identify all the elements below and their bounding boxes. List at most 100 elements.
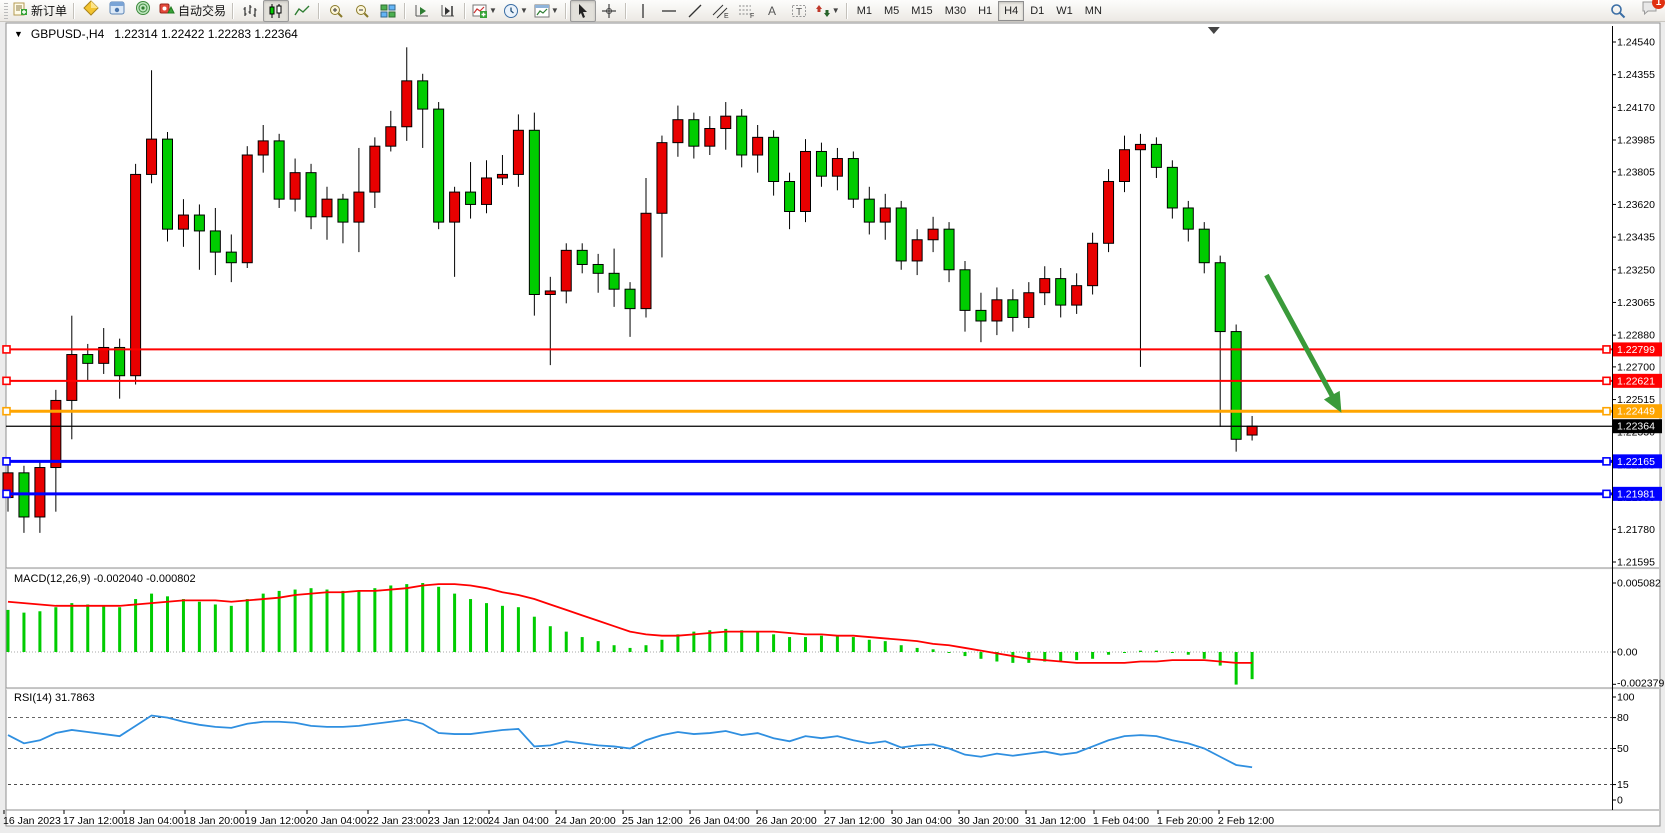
cursor-tool-button[interactable] <box>570 0 596 22</box>
text-label-icon: T <box>791 3 807 19</box>
macd-histogram-bar <box>964 652 967 656</box>
macd-histogram-bar <box>772 634 775 652</box>
time-tick-label: 26 Jan 20:00 <box>756 815 817 827</box>
text-label-tool-button[interactable]: T <box>786 0 812 22</box>
macd-histogram-bar <box>246 599 249 652</box>
arrows-tool-button[interactable]: ▼ <box>812 0 843 22</box>
price-badge: 1.22449 <box>1613 404 1662 418</box>
terminal-button[interactable] <box>104 0 130 22</box>
candle <box>434 102 444 229</box>
price-badge: 1.22165 <box>1613 454 1662 468</box>
tile-windows-button[interactable] <box>375 0 401 22</box>
macd-histogram-bar <box>517 607 520 652</box>
macd-histogram-bar <box>38 611 41 652</box>
line-handle[interactable] <box>3 408 10 415</box>
signals-button[interactable] <box>130 0 156 22</box>
line-handle[interactable] <box>1603 458 1610 465</box>
candlestick-mode-button[interactable] <box>263 0 289 22</box>
price-tick-label: 1.24355 <box>1617 69 1655 81</box>
chart-shift-button[interactable] <box>435 0 461 22</box>
timeframe-M1[interactable]: M1 <box>851 1 878 21</box>
templates-button[interactable]: ▼ <box>531 0 562 22</box>
rsi-tick-label: 50 <box>1617 743 1629 755</box>
timeframe-W1[interactable]: W1 <box>1050 1 1079 21</box>
timeframe-H1[interactable]: H1 <box>972 1 998 21</box>
timeframe-M5[interactable]: M5 <box>878 1 905 21</box>
line-handle[interactable] <box>1603 377 1610 384</box>
macd-histogram-bar <box>102 606 105 652</box>
search-button[interactable] <box>1605 0 1631 22</box>
macd-histogram-bar <box>804 637 807 652</box>
bar-chart-mode-button[interactable] <box>237 0 263 22</box>
one-click-trading-toggle[interactable]: ▼ <box>14 29 23 39</box>
time-tick-label: 31 Jan 12:00 <box>1025 815 1086 827</box>
line-handle[interactable] <box>3 346 10 353</box>
line-handle[interactable] <box>1603 490 1610 497</box>
macd-histogram-bar <box>214 604 217 652</box>
time-tick-label: 22 Jan 23:00 <box>367 815 428 827</box>
price-tick-label: 1.23435 <box>1617 232 1655 244</box>
timeframe-MN[interactable]: MN <box>1079 1 1108 21</box>
bar-chart-icon <box>242 3 258 19</box>
equidistant-channel-tool-button[interactable]: E <box>708 0 734 22</box>
time-tick-label: 25 Jan 12:00 <box>622 815 683 827</box>
macd-histogram-bar <box>900 645 903 652</box>
zoom-out-button[interactable] <box>349 0 375 22</box>
timeframe-M30[interactable]: M30 <box>939 1 972 21</box>
price-tick-label: 1.24540 <box>1617 37 1655 49</box>
line-handle[interactable] <box>1603 346 1610 353</box>
rsi-tick-label: 0 <box>1617 795 1623 807</box>
indicators-button[interactable]: ▼ <box>469 0 500 22</box>
zoom-in-button[interactable] <box>323 0 349 22</box>
candle <box>274 134 284 208</box>
fibonacci-tool-button[interactable]: F <box>734 0 760 22</box>
dropdown-caret-icon: ▼ <box>551 6 559 15</box>
macd-histogram-bar <box>820 636 823 652</box>
line-handle[interactable] <box>1603 408 1610 415</box>
timeframe-D1[interactable]: D1 <box>1024 1 1050 21</box>
time-tick-label: 30 Jan 20:00 <box>958 815 1019 827</box>
macd-histogram-bar <box>756 632 759 652</box>
auto-scroll-button[interactable] <box>409 0 435 22</box>
time-tick-label: 26 Jan 04:00 <box>689 815 750 827</box>
macd-histogram-bar <box>740 630 743 652</box>
macd-histogram-bar <box>134 599 137 652</box>
separator <box>232 3 234 19</box>
text-icon: A <box>766 3 780 19</box>
periods-button[interactable]: ▼ <box>500 0 531 22</box>
macd-histogram-bar <box>613 645 616 652</box>
timeframe-H4[interactable]: H4 <box>998 1 1024 21</box>
macd-histogram-bar <box>118 607 121 652</box>
horizontal-line-tool-button[interactable] <box>656 0 682 22</box>
line-handle[interactable] <box>3 490 10 497</box>
dropdown-caret-icon: ▼ <box>489 6 497 15</box>
new-order-button[interactable]: 新订单 <box>10 0 70 22</box>
svg-text:A: A <box>768 4 776 18</box>
notifications-button[interactable]: 1 <box>1641 0 1659 21</box>
market-symbols-button[interactable] <box>78 0 104 22</box>
crosshair-tool-button[interactable] <box>596 0 622 22</box>
chart-canvas[interactable]: 1.245401.243551.241701.239851.238051.236… <box>0 22 1665 833</box>
auto-trading-button[interactable]: 自动交易 <box>156 0 229 22</box>
candle <box>801 139 811 222</box>
text-tool-button[interactable]: A <box>760 0 786 22</box>
price-badge: 1.22799 <box>1613 342 1662 356</box>
svg-text:1.22449: 1.22449 <box>1617 406 1655 418</box>
macd-histogram-bar <box>676 634 679 652</box>
macd-histogram-bar <box>1091 652 1094 659</box>
macd-histogram-bar <box>629 648 632 652</box>
macd-histogram-bar <box>1107 652 1110 655</box>
auto-scroll-icon <box>414 3 430 19</box>
price-badge: 1.21981 <box>1613 487 1662 501</box>
trendline-tool-button[interactable] <box>682 0 708 22</box>
vertical-line-tool-button[interactable] <box>630 0 656 22</box>
candlestick-icon <box>268 3 284 19</box>
price-tick-label: 1.21780 <box>1617 524 1655 536</box>
price-badge: 1.22364 <box>1613 419 1662 433</box>
svg-text:E: E <box>724 13 729 19</box>
line-handle[interactable] <box>3 377 10 384</box>
timeframe-M15[interactable]: M15 <box>905 1 938 21</box>
rsi-tick-label: 80 <box>1617 712 1629 724</box>
line-chart-mode-button[interactable] <box>289 0 315 22</box>
line-handle[interactable] <box>3 458 10 465</box>
